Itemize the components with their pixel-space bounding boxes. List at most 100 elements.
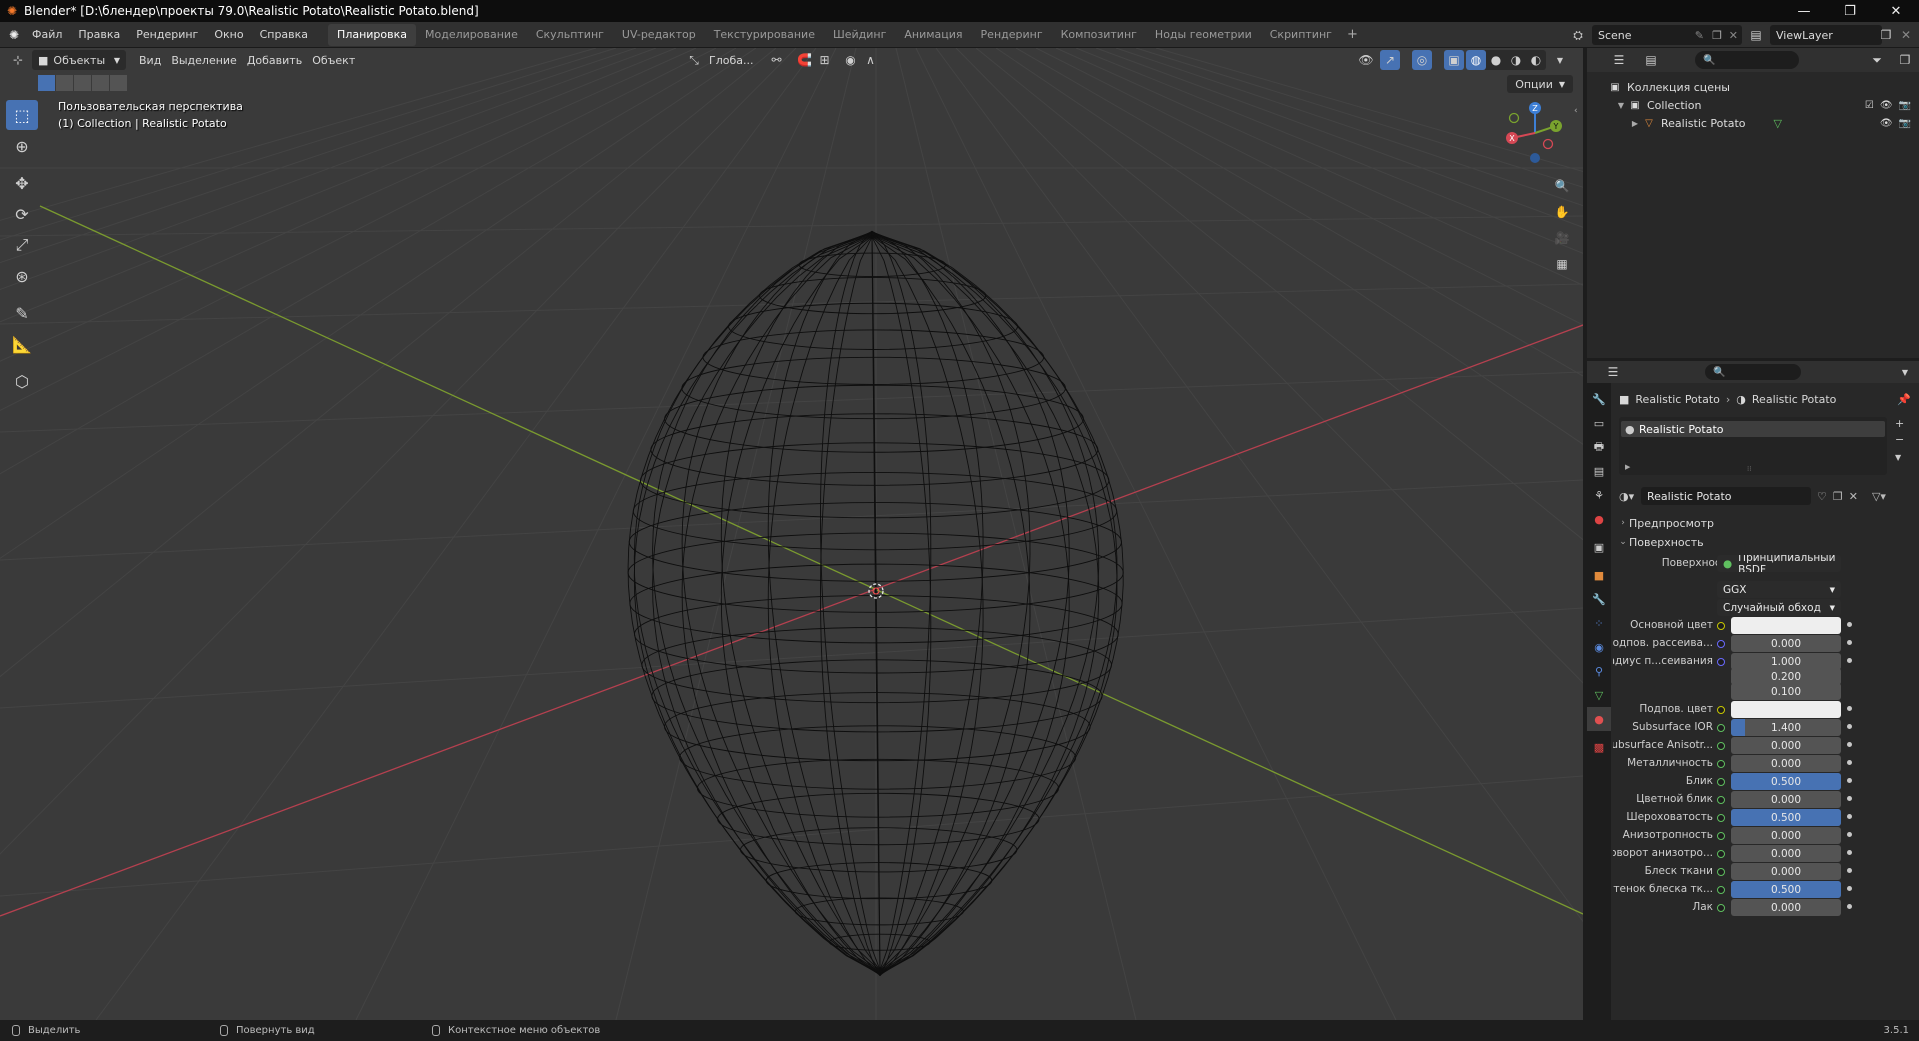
constraints-tab-icon[interactable]: ⚲ <box>1587 659 1611 683</box>
visibility-icon[interactable]: 👁 <box>1356 50 1376 70</box>
cursor-tool-icon[interactable]: ⊕ <box>6 131 38 161</box>
object-camera-icon[interactable]: 📷 <box>1899 118 1911 129</box>
rendered-shading-icon[interactable]: ◐ <box>1526 50 1546 70</box>
snap-icon[interactable]: 🧲 <box>794 50 814 70</box>
filter-icon[interactable]: ⏷ <box>1867 50 1887 70</box>
perspective-toggle-icon[interactable]: ▦ <box>1552 254 1572 274</box>
particles-tab-icon[interactable]: ⁘ <box>1587 611 1611 635</box>
object-eye-icon[interactable]: 👁 <box>1880 118 1893 129</box>
view-layer-remove-icon[interactable]: ✕ <box>1896 25 1916 45</box>
bsdf-param-field[interactable]: 0.500 <box>1731 809 1841 826</box>
remove-slot-icon[interactable]: − <box>1895 433 1904 446</box>
socket-icon[interactable] <box>1717 760 1725 768</box>
options-dropdown[interactable]: Опции ▼ <box>1507 75 1573 93</box>
tab-texture-paint[interactable]: Текстурирование <box>705 24 824 46</box>
annotate-tool-icon[interactable]: ✎ <box>6 298 38 328</box>
link-mode-icon[interactable]: ▽▾ <box>1872 490 1886 503</box>
menu-file[interactable]: Файл <box>24 22 70 48</box>
view-layer-tab-icon[interactable]: ▤ <box>1587 459 1611 483</box>
socket-icon[interactable] <box>1717 622 1725 630</box>
socket-icon[interactable] <box>1717 778 1725 786</box>
texture-tab-icon[interactable]: ▩ <box>1587 735 1611 759</box>
view-layer-icon[interactable]: ▤ <box>1746 25 1766 45</box>
expand-arrow-icon[interactable]: ▼ <box>1615 101 1627 110</box>
maximize-icon[interactable]: ❐ <box>1827 0 1873 22</box>
bsdf-param-field[interactable]: 0.000 <box>1731 635 1841 652</box>
scale-tool-icon[interactable]: ⤢ <box>6 230 38 260</box>
mesh-data-icon[interactable]: ▽ <box>1773 117 1781 130</box>
viewport-canvas[interactable] <box>0 48 1583 1020</box>
add-workspace-icon[interactable]: + <box>1341 27 1364 42</box>
zoom-icon[interactable]: 🔍 <box>1552 176 1572 196</box>
outliner-editor-type-icon[interactable]: ☰ <box>1609 50 1629 70</box>
scene-selector[interactable]: Scene ✎ ❐ ✕ <box>1592 25 1742 45</box>
bsdf-param-field[interactable]: 0.000 <box>1731 863 1841 880</box>
bsdf-param-field[interactable] <box>1731 701 1841 718</box>
transform-orientation-icon[interactable]: ⤡ <box>684 50 704 70</box>
socket-icon[interactable] <box>1717 814 1725 822</box>
keyframe-icon[interactable] <box>1847 706 1852 711</box>
snap-target-icon[interactable]: ⊞ <box>814 50 834 70</box>
move-tool-icon[interactable]: ✥ <box>6 168 38 198</box>
render-tab-icon[interactable]: ▭ <box>1587 411 1611 435</box>
bsdf-param-field[interactable]: 0.000 <box>1731 791 1841 808</box>
menu-view[interactable]: Вид <box>134 50 166 70</box>
data-tab-icon[interactable]: ▽ <box>1587 683 1611 707</box>
scene-copy-icon[interactable]: ❐ <box>1712 29 1722 42</box>
surface-panel-header[interactable]: ⌄ Поверхность <box>1617 532 1913 552</box>
world-tab-icon[interactable]: ● <box>1587 507 1611 531</box>
3d-viewport[interactable]: ⊹ ■ Объекты ▼ Вид Выделение Добавить Объ… <box>0 48 1583 1020</box>
properties-options-icon[interactable]: ▼ <box>1895 362 1915 382</box>
collection-row[interactable]: ▼ ▣ Collection ☑ 👁 📷 <box>1587 96 1919 114</box>
bsdf-param-field[interactable]: 0.000 <box>1731 899 1841 916</box>
tool-tab-icon[interactable]: 🔧 <box>1587 387 1611 411</box>
new-collection-icon[interactable]: ❐ <box>1895 50 1915 70</box>
menu-window[interactable]: Окно <box>206 22 251 48</box>
tab-uv-editing[interactable]: UV-редактор <box>613 24 705 46</box>
keyframe-icon[interactable] <box>1847 832 1852 837</box>
bsdf-param-field[interactable]: 1.400 <box>1731 719 1841 736</box>
proportional-edit-icon[interactable]: ◉ <box>840 50 860 70</box>
keyframe-icon[interactable] <box>1847 868 1852 873</box>
collection-checkbox-icon[interactable]: ☑ <box>1865 100 1874 111</box>
gizmo-neg-x-icon[interactable] <box>1542 138 1554 150</box>
menu-add[interactable]: Добавить <box>242 50 307 70</box>
object-row[interactable]: ▶ ▽ Realistic Potato ▽ 👁 📷 <box>1587 114 1919 132</box>
keyframe-icon[interactable] <box>1847 622 1852 627</box>
socket-icon[interactable] <box>1717 886 1725 894</box>
scene-remove-icon[interactable]: ✕ <box>1729 29 1738 42</box>
modifiers-tab-icon[interactable]: 🔧 <box>1587 587 1611 611</box>
duplicate-material-icon[interactable]: ❐ <box>1833 490 1843 503</box>
keyframe-icon[interactable] <box>1847 760 1852 765</box>
keyframe-icon[interactable] <box>1847 814 1852 819</box>
keyframe-icon[interactable] <box>1847 904 1852 909</box>
properties-search-input[interactable]: 🔍 <box>1705 364 1801 380</box>
falloff-icon[interactable]: ∧ <box>860 50 880 70</box>
blender-menu-icon[interactable]: ✺ <box>4 25 24 45</box>
keyframe-icon[interactable] <box>1847 886 1852 891</box>
socket-icon[interactable] <box>1717 796 1725 804</box>
display-mode-icon[interactable]: ▤ <box>1641 50 1661 70</box>
gizmo-neg-z-icon[interactable] <box>1530 153 1540 163</box>
view-layer-selector[interactable]: ViewLayer <box>1770 25 1882 45</box>
solid-shading-icon[interactable]: ● <box>1486 50 1506 70</box>
list-resize-handle[interactable]: ⁞⁞ <box>1747 465 1751 473</box>
pivot-point-icon[interactable]: ⚯ <box>766 50 786 70</box>
slot-specials-icon[interactable]: ▼ <box>1895 453 1901 462</box>
overlay-toggle-icon[interactable]: ◎ <box>1412 50 1432 70</box>
camera-view-icon[interactable]: 🎥 <box>1552 228 1572 248</box>
material-slot-item[interactable]: ● Realistic Potato <box>1621 421 1885 437</box>
scene-pin-icon[interactable]: ✎ <box>1695 29 1704 42</box>
slot-expand-icon[interactable]: ▶ <box>1625 463 1630 471</box>
navigation-gizmo[interactable]: Z Y X <box>1500 98 1570 168</box>
object-tab-icon[interactable]: ■ <box>1587 563 1611 587</box>
bsdf-param-field[interactable]: 0.000 <box>1731 827 1841 844</box>
keyframe-icon[interactable] <box>1847 778 1852 783</box>
bsdf-param-field[interactable]: 0.000 <box>1731 755 1841 772</box>
tab-animation[interactable]: Анимация <box>895 24 971 46</box>
scene-tab-icon[interactable]: ⚘ <box>1587 483 1611 507</box>
select-extend-icon[interactable] <box>56 75 73 91</box>
pin-icon[interactable]: 📌 <box>1897 393 1911 406</box>
collection-tab-icon[interactable]: ▣ <box>1587 535 1611 559</box>
keyframe-icon[interactable] <box>1847 850 1852 855</box>
